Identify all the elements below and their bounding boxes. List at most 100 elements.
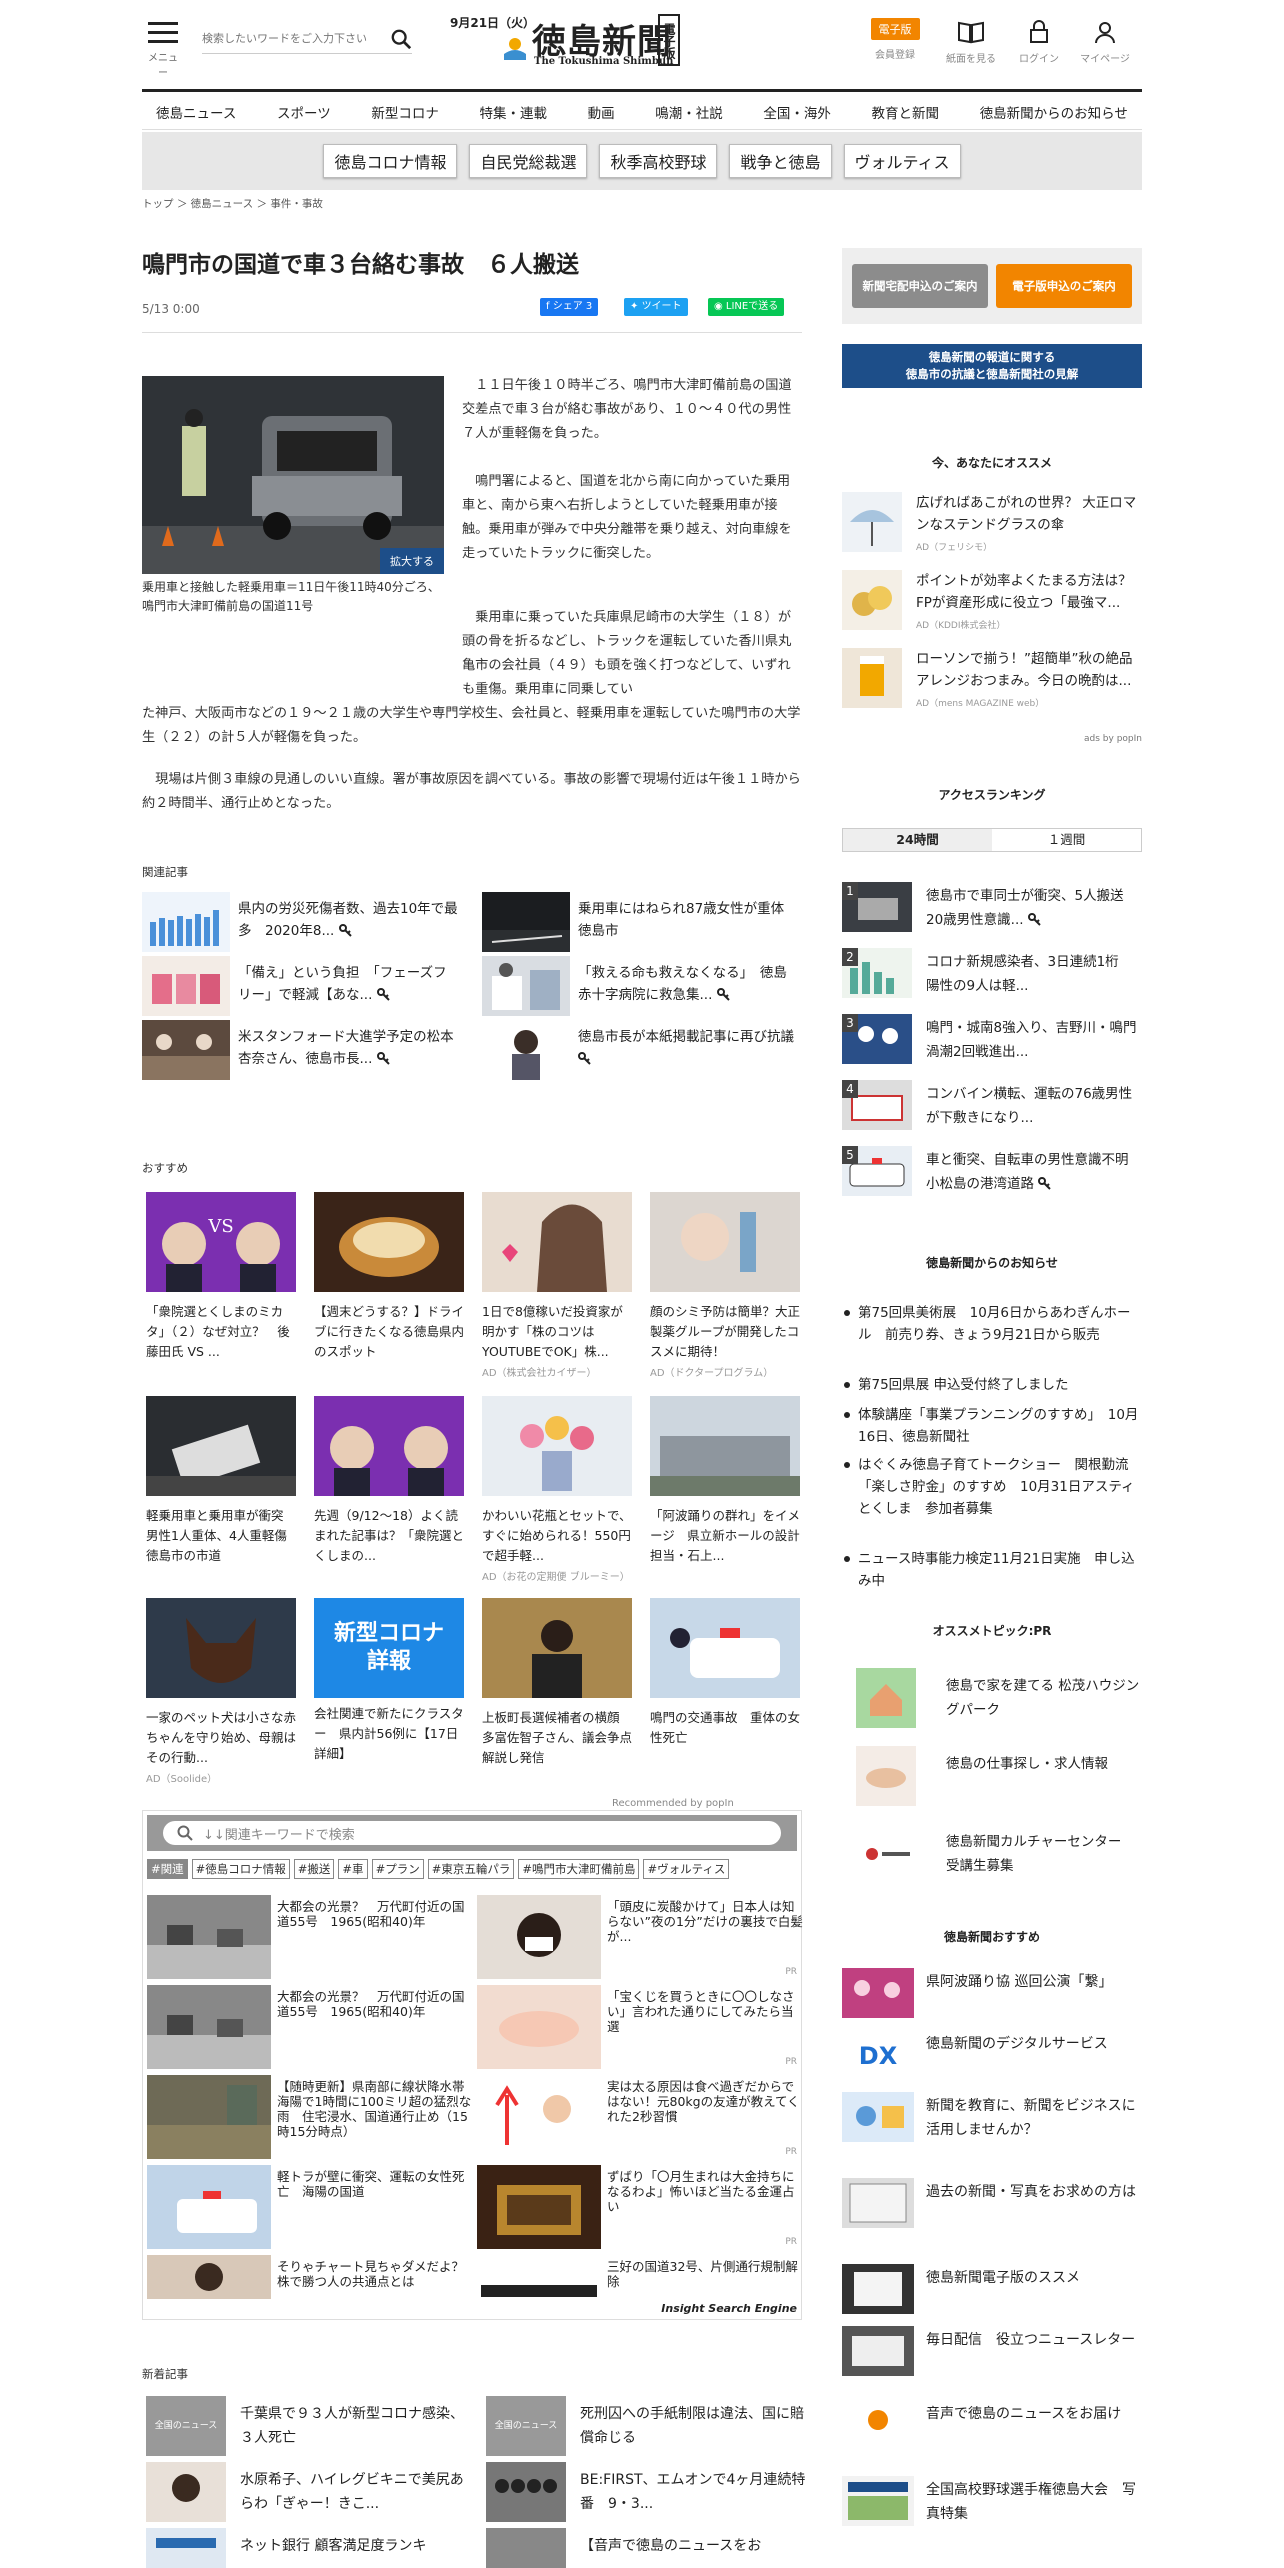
recommend-card[interactable]: 鳴門の交通事故 重体の女性死亡 <box>650 1598 800 1748</box>
sho-item[interactable]: 全国高校野球選手権徳島大会 写真特集 <box>842 2476 1142 2528</box>
new-article-item[interactable]: BE:FIRST、エムオンで4ヶ月連続特番 9・3... <box>486 2462 816 2524</box>
recommend-card[interactable]: かわいい花瓶とセットで、すぐに始められる！550円で超手軽... AD（お花の定… <box>482 1396 632 1583</box>
insight-item[interactable]: 「頭皮に炭酸かけて」日本人は知らない”夜の1分”だけの裏技で白髪が... PR <box>477 1895 803 1979</box>
new-article-item[interactable]: ネット銀行 顧客満足度ランキ <box>146 2528 476 2568</box>
recommend-card[interactable]: 【週末どうする？】ドライブに行きたくなる徳島県内のスポット <box>314 1192 464 1362</box>
tag[interactable]: #東京五輪パラ <box>427 1859 515 1879</box>
topic-pill[interactable]: 戦争と徳島 <box>729 144 832 178</box>
facebook-share-button[interactable]: f シェア 3 <box>540 298 599 316</box>
topic-item[interactable]: 徳島の仕事探し・求人情報 <box>842 1746 1142 1806</box>
tag[interactable]: #ヴォルティス <box>643 1859 730 1879</box>
tag[interactable]: #徳島コロナ情報 <box>191 1859 290 1879</box>
ad-item[interactable]: ポイントが効率よくたまる方法は？FPが資産形成に役立つ「最強マ... AD（KD… <box>842 566 1142 636</box>
nav-item[interactable]: スポーツ <box>277 102 331 122</box>
related-item[interactable]: 県内の労災死傷者数、過去10年で最多 2020年8... <box>142 892 462 954</box>
topic-pill[interactable]: 徳島コロナ情報 <box>323 144 458 178</box>
new-article-item[interactable]: 水原希子、ハイレグビキニで美尻あらわ「ぎゃー！きこ... <box>146 2462 476 2524</box>
topic-pill[interactable]: ヴォルティス <box>843 144 961 178</box>
recommend-card[interactable]: 一家のペット犬は小さな赤ちゃんを守り始め、母親はその行動... AD（Sooli… <box>146 1598 296 1785</box>
nav-item[interactable]: 教育と新聞 <box>872 102 940 122</box>
recommend-card[interactable]: 1日で8億稼いだ投資家が明かす「株のコツはYOUTUBEでOK」株... AD（… <box>482 1192 632 1379</box>
related-item[interactable]: 「救える命も救えなくなる」 徳島赤十字病院に救急集... <box>482 956 802 1018</box>
sho-item[interactable]: 毎日配信 役立つニュースレター <box>842 2326 1142 2378</box>
twitter-share-button[interactable]: ✦ ツイート <box>624 298 688 316</box>
nav-item[interactable]: 特集・連載 <box>479 102 547 122</box>
nav-item[interactable]: 徳島新聞からのお知らせ <box>980 102 1128 122</box>
ad-item[interactable]: ローソンで揃う！”超簡単”秋の絶品アレンジおつまみ。今日の晩酌は... AD（m… <box>842 644 1142 714</box>
tag[interactable]: #搬送 <box>293 1859 335 1879</box>
notice-item[interactable]: 第75回県展 申込受付終了しました <box>844 1374 1142 1396</box>
member-register[interactable]: 電子版 会員登録 <box>862 18 928 61</box>
nav-item[interactable]: 動画 <box>588 102 615 122</box>
ads-by-popin[interactable]: ads by popIn <box>1084 734 1142 744</box>
keyword-search-input[interactable]: ↓↓関連キーワードで検索 <box>163 1821 781 1845</box>
recommend-card[interactable]: 「阿波踊りの群れ」をイメージ 県立新ホールの設計担当・石上... <box>650 1396 800 1566</box>
sho-item[interactable]: DX 徳島新聞のデジタルサービス <box>842 2030 1142 2082</box>
search-icon[interactable] <box>390 28 412 50</box>
tag[interactable]: #関連 <box>147 1859 188 1879</box>
sho-item[interactable]: 徳島新聞電子版のススメ <box>842 2264 1142 2316</box>
ad-item[interactable]: 広げればあこがれの世界？ 大正ロマンなステンドグラスの傘 AD（フェリシモ） <box>842 488 1142 558</box>
topic-item[interactable]: 徳島新聞カルチャーセンター 受講生募集 <box>842 1824 1142 1884</box>
insight-item[interactable]: 【随時更新】県南部に線状降水帯 海陽で1時間に100ミリ超の猛烈な雨 住宅浸水、… <box>147 2075 477 2159</box>
nav-item[interactable]: 全国・海外 <box>763 102 831 122</box>
site-logo[interactable]: 徳島新聞 The Tokushima Shimbun 電子版 <box>502 12 702 70</box>
recommend-card[interactable]: 軽乗用車と乗用車が衝突 男性1人重体、4人重軽傷 徳島市の市道 <box>146 1396 299 1566</box>
insight-item[interactable]: 「宝くじを買うときに〇〇しなさい」言われた通りにしてみたら当選 PR <box>477 1985 799 2069</box>
topic-pill[interactable]: 自民党総裁選 <box>469 144 588 178</box>
related-item[interactable]: 「備え」という負担 「フェーズフリー」で軽減【あな... <box>142 956 462 1018</box>
ranking-item[interactable]: 1 徳島市で車同士が衝突、5人搬送 20歳男性意識... <box>842 882 1142 940</box>
denshi-button[interactable]: 電子版 <box>870 18 920 40</box>
insight-item[interactable]: そりゃチャート見ちゃダメだよ？株で勝つ人の共通点とは <box>147 2255 473 2299</box>
insight-item[interactable]: 大都会の光景？ 万代町付近の国道55号 1965(昭和40)年 <box>147 1985 473 2069</box>
related-item[interactable]: 乗用車にはねられ87歳女性が重体 徳島市 <box>482 892 802 954</box>
sho-item[interactable]: 県阿波踊り協 巡回公演「繋」 <box>842 1968 1142 2020</box>
sho-item[interactable]: 過去の新聞・写真をお求めの方は <box>842 2178 1142 2230</box>
statement-banner[interactable]: 徳島新聞の報道に関する 徳島市の抗議と徳島新聞社の見解 <box>842 344 1142 388</box>
recommend-card[interactable]: 顔のシミ予防は簡単？大正製薬グループが開発したコスメに期待！ AD（ドクタープロ… <box>650 1192 800 1379</box>
notice-item[interactable]: 体験講座「事業プランニングのすすめ」 10月16日、徳島新聞社 <box>844 1404 1142 1448</box>
enlarge-button[interactable]: 拡大する <box>380 548 444 574</box>
login-link[interactable]: ログイン <box>1006 18 1072 65</box>
topic-item[interactable]: 徳島で家を建てる 松茂ハウジングパーク <box>842 1668 1142 1728</box>
recommend-card[interactable]: 新型コロナ 詳報 会社関連で新たにクラスター 県内計56例に【17日詳細】 <box>314 1598 464 1764</box>
search-input[interactable] <box>202 24 382 52</box>
tab-24h[interactable]: 24時間 <box>843 829 992 851</box>
tag[interactable]: #車 <box>338 1859 368 1879</box>
new-article-item[interactable]: 【音声で徳島のニュースをお <box>486 2528 816 2568</box>
tag[interactable]: #プラン <box>371 1859 424 1879</box>
insight-item[interactable]: 軽トラが壁に衝突、運転の女性死亡 海陽の国道 <box>147 2165 473 2249</box>
notice-item[interactable]: ニュース時事能力検定11月21日実施 申し込み中 <box>844 1548 1142 1592</box>
recommend-card[interactable]: VS 「衆院選とくしまのミカタ」（２）なぜ対立？ 後藤田氏 VS ... <box>146 1192 296 1362</box>
ranking-item[interactable]: 2 コロナ新規感染者、3日連続1桁 陽性の9人は軽... <box>842 948 1142 1006</box>
line-share-button[interactable]: ◉ LINEで送る <box>708 298 785 316</box>
insight-item[interactable]: 三好の国道32号、片側通行規制解除 <box>477 2255 799 2299</box>
insight-item[interactable]: ずばり「〇月生まれは大金持ちになるわよ」怖いほど当たる金運占い PR <box>477 2165 799 2249</box>
ranking-item[interactable]: 4 コンバイン横転、運転の76歳男性が下敷きになり... <box>842 1080 1142 1138</box>
nav-item[interactable]: 徳島ニュース <box>156 102 236 122</box>
paper-view[interactable]: 紙面を見る <box>938 18 1004 65</box>
recommend-card[interactable]: 先週（9/12～18）よく読まれた記事は？「衆院選とくしまの... <box>314 1396 464 1566</box>
notice-item[interactable]: 第75回県美術展 10月6日からあわぎんホール 前売り券、きょう9月21日から販… <box>844 1302 1142 1346</box>
breadcrumb[interactable]: トップ ＞ 徳島ニュース ＞ 事件・事故 <box>142 196 323 211</box>
nav-item[interactable]: 新型コロナ <box>371 102 439 122</box>
related-item[interactable]: 米スタンフォード大進学予定の松本杏奈さん、徳島市長... <box>142 1020 462 1082</box>
new-article-item[interactable]: 全国のニュース 死刑囚への手紙制限は違法、国に賠償命じる <box>486 2396 816 2458</box>
takuhai-button[interactable]: 新聞宅配申込のご案内 <box>852 264 988 308</box>
denshi-apply-button[interactable]: 電子版申込のご案内 <box>996 264 1132 308</box>
menu-button[interactable]: メニュー <box>146 22 180 79</box>
ranking-item[interactable]: 3 鳴門・城南8強入り、吉野川・鳴門渦潮2回戦進出... <box>842 1014 1142 1072</box>
nav-item[interactable]: 鳴潮・社説 <box>655 102 723 122</box>
sho-item[interactable]: 新聞を教育に、新聞をビジネスに活用しませんか？ <box>842 2092 1142 2144</box>
sho-item[interactable]: 音声で徳島のニュースをお届け <box>842 2400 1142 2452</box>
tag[interactable]: #鳴門市大津町備前島 <box>518 1859 640 1879</box>
ranking-item[interactable]: 5 車と衝突、自転車の男性意識不明 小松島の港湾道路 <box>842 1146 1142 1204</box>
popin-credit[interactable]: Recommended by popIn <box>612 1798 734 1809</box>
notice-item[interactable]: はぐくみ徳島子育てトークショー 関根勤流「楽しさ貯金」のすすめ 10月31日アス… <box>844 1454 1142 1520</box>
tab-week[interactable]: １週間 <box>992 829 1141 851</box>
article-photo[interactable]: 拡大する <box>142 376 444 574</box>
topic-pill[interactable]: 秋季高校野球 <box>599 144 718 178</box>
insight-item[interactable]: 大都会の光景？ 万代町付近の国道55号 1965(昭和40)年 <box>147 1895 473 1979</box>
related-item[interactable]: 徳島市長が本紙掲載記事に再び抗議 <box>482 1020 802 1082</box>
mypage-link[interactable]: マイページ <box>1072 18 1138 65</box>
